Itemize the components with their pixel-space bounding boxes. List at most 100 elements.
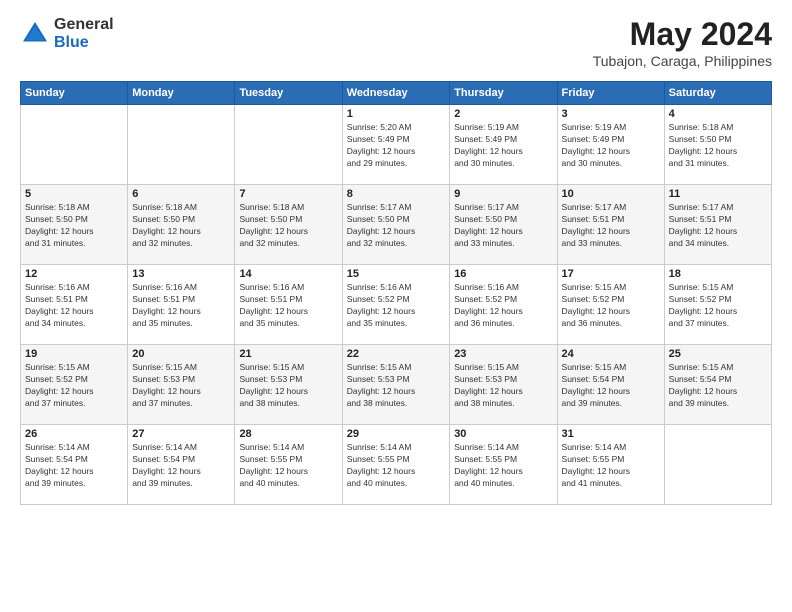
- calendar-cell: 6 Sunrise: 5:18 AM Sunset: 5:50 PM Daylig…: [128, 185, 235, 265]
- day-number: 10: [562, 188, 660, 200]
- day-info: Sunrise: 5:15 AM Sunset: 5:54 PM Dayligh…: [562, 362, 660, 410]
- calendar-header-wednesday: Wednesday: [342, 82, 449, 105]
- day-info: Sunrise: 5:14 AM Sunset: 5:54 PM Dayligh…: [25, 442, 123, 490]
- day-info: Sunrise: 5:15 AM Sunset: 5:54 PM Dayligh…: [669, 362, 767, 410]
- calendar-cell: 22Sunrise: 5:15 AM Sunset: 5:53 PM Dayli…: [342, 345, 449, 425]
- calendar-cell: 8 Sunrise: 5:17 AM Sunset: 5:50 PM Daylig…: [342, 185, 449, 265]
- calendar-cell: 7Sunrise: 5:18 AM Sunset: 5:50 PM Daylig…: [235, 185, 342, 265]
- calendar-cell: 11Sunrise: 5:17 AM Sunset: 5:51 PM Dayli…: [664, 185, 771, 265]
- day-number: 30: [454, 428, 552, 440]
- day-number: 13: [132, 268, 230, 280]
- calendar-cell: 30 Sunrise: 5:14 AM Sunset: 5:55 PM Dayli…: [450, 425, 557, 505]
- day-number: 17: [562, 268, 660, 280]
- calendar-cell: 14 Sunrise: 5:16 AM Sunset: 5:51 PM Dayli…: [235, 265, 342, 345]
- calendar-cell: 3 Sunrise: 5:19 AM Sunset: 5:49 PM Daylig…: [557, 105, 664, 185]
- day-info: Sunrise: 5:17 AM Sunset: 5:50 PM Dayligh…: [454, 202, 552, 250]
- main-title: May 2024: [593, 16, 772, 53]
- day-info: Sunrise: 5:17 AM Sunset: 5:51 PM Dayligh…: [562, 202, 660, 250]
- day-info: Sunrise: 5:18 AM Sunset: 5:50 PM Dayligh…: [25, 202, 123, 250]
- day-number: 19: [25, 348, 123, 360]
- day-info: Sunrise: 5:14 AM Sunset: 5:55 PM Dayligh…: [562, 442, 660, 490]
- calendar-cell: 18Sunrise: 5:15 AM Sunset: 5:52 PM Dayli…: [664, 265, 771, 345]
- calendar-cell: 29 Sunrise: 5:14 AM Sunset: 5:55 PM Dayli…: [342, 425, 449, 505]
- day-info: Sunrise: 5:19 AM Sunset: 5:49 PM Dayligh…: [454, 122, 552, 170]
- day-number: 6: [132, 188, 230, 200]
- calendar-header-row: SundayMondayTuesdayWednesdayThursdayFrid…: [21, 82, 772, 105]
- day-info: Sunrise: 5:15 AM Sunset: 5:53 PM Dayligh…: [239, 362, 337, 410]
- calendar-cell: 1Sunrise: 5:20 AM Sunset: 5:49 PM Daylig…: [342, 105, 449, 185]
- day-info: Sunrise: 5:14 AM Sunset: 5:55 PM Dayligh…: [347, 442, 445, 490]
- day-number: 27: [132, 428, 230, 440]
- calendar-cell: 26 Sunrise: 5:14 AM Sunset: 5:54 PM Dayli…: [21, 425, 128, 505]
- calendar-week-1: 5Sunrise: 5:18 AM Sunset: 5:50 PM Daylig…: [21, 185, 772, 265]
- day-info: Sunrise: 5:19 AM Sunset: 5:49 PM Dayligh…: [562, 122, 660, 170]
- day-number: 16: [454, 268, 552, 280]
- day-info: Sunrise: 5:16 AM Sunset: 5:51 PM Dayligh…: [239, 282, 337, 330]
- title-block: May 2024 Tubajon, Caraga, Philippines: [593, 16, 772, 69]
- day-info: Sunrise: 5:18 AM Sunset: 5:50 PM Dayligh…: [669, 122, 767, 170]
- calendar-cell: 17 Sunrise: 5:15 AM Sunset: 5:52 PM Dayli…: [557, 265, 664, 345]
- day-info: Sunrise: 5:14 AM Sunset: 5:55 PM Dayligh…: [239, 442, 337, 490]
- day-info: Sunrise: 5:16 AM Sunset: 5:52 PM Dayligh…: [347, 282, 445, 330]
- day-number: 28: [239, 428, 337, 440]
- day-number: 3: [562, 108, 660, 120]
- calendar-week-3: 19 Sunrise: 5:15 AM Sunset: 5:52 PM Dayli…: [21, 345, 772, 425]
- logo-text: General Blue: [54, 16, 114, 51]
- day-info: Sunrise: 5:15 AM Sunset: 5:52 PM Dayligh…: [562, 282, 660, 330]
- day-info: Sunrise: 5:18 AM Sunset: 5:50 PM Dayligh…: [132, 202, 230, 250]
- day-info: Sunrise: 5:17 AM Sunset: 5:51 PM Dayligh…: [669, 202, 767, 250]
- calendar-cell: 15 Sunrise: 5:16 AM Sunset: 5:52 PM Dayli…: [342, 265, 449, 345]
- day-info: Sunrise: 5:15 AM Sunset: 5:53 PM Dayligh…: [132, 362, 230, 410]
- day-number: 12: [25, 268, 123, 280]
- day-number: 8: [347, 188, 445, 200]
- calendar-cell: 16Sunrise: 5:16 AM Sunset: 5:52 PM Dayli…: [450, 265, 557, 345]
- day-info: Sunrise: 5:20 AM Sunset: 5:49 PM Dayligh…: [347, 122, 445, 170]
- calendar-header-tuesday: Tuesday: [235, 82, 342, 105]
- logo-icon: [20, 19, 50, 49]
- day-number: 23: [454, 348, 552, 360]
- day-number: 14: [239, 268, 337, 280]
- logo-blue-text: Blue: [54, 34, 114, 52]
- calendar-cell: [235, 105, 342, 185]
- calendar-cell: 9Sunrise: 5:17 AM Sunset: 5:50 PM Daylig…: [450, 185, 557, 265]
- calendar-cell: 21 Sunrise: 5:15 AM Sunset: 5:53 PM Dayli…: [235, 345, 342, 425]
- calendar-cell: 24Sunrise: 5:15 AM Sunset: 5:54 PM Dayli…: [557, 345, 664, 425]
- day-number: 18: [669, 268, 767, 280]
- day-number: 26: [25, 428, 123, 440]
- page: General Blue May 2024 Tubajon, Caraga, P…: [0, 0, 792, 612]
- calendar-header-sunday: Sunday: [21, 82, 128, 105]
- calendar-cell: 13 Sunrise: 5:16 AM Sunset: 5:51 PM Dayli…: [128, 265, 235, 345]
- calendar-cell: 27 Sunrise: 5:14 AM Sunset: 5:54 PM Dayli…: [128, 425, 235, 505]
- day-info: Sunrise: 5:16 AM Sunset: 5:51 PM Dayligh…: [25, 282, 123, 330]
- calendar-cell: 25 Sunrise: 5:15 AM Sunset: 5:54 PM Dayli…: [664, 345, 771, 425]
- day-number: 31: [562, 428, 660, 440]
- day-number: 15: [347, 268, 445, 280]
- calendar-header-friday: Friday: [557, 82, 664, 105]
- day-info: Sunrise: 5:17 AM Sunset: 5:50 PM Dayligh…: [347, 202, 445, 250]
- calendar-header-saturday: Saturday: [664, 82, 771, 105]
- calendar-cell: 4 Sunrise: 5:18 AM Sunset: 5:50 PM Daylig…: [664, 105, 771, 185]
- day-number: 21: [239, 348, 337, 360]
- day-info: Sunrise: 5:14 AM Sunset: 5:55 PM Dayligh…: [454, 442, 552, 490]
- day-number: 25: [669, 348, 767, 360]
- calendar-cell: [21, 105, 128, 185]
- day-info: Sunrise: 5:15 AM Sunset: 5:52 PM Dayligh…: [25, 362, 123, 410]
- day-number: 29: [347, 428, 445, 440]
- calendar-cell: 28 Sunrise: 5:14 AM Sunset: 5:55 PM Dayli…: [235, 425, 342, 505]
- day-info: Sunrise: 5:15 AM Sunset: 5:53 PM Dayligh…: [347, 362, 445, 410]
- day-number: 4: [669, 108, 767, 120]
- calendar: SundayMondayTuesdayWednesdayThursdayFrid…: [20, 81, 772, 505]
- calendar-header-monday: Monday: [128, 82, 235, 105]
- calendar-cell: 20Sunrise: 5:15 AM Sunset: 5:53 PM Dayli…: [128, 345, 235, 425]
- calendar-cell: 19 Sunrise: 5:15 AM Sunset: 5:52 PM Dayli…: [21, 345, 128, 425]
- calendar-cell: 12 Sunrise: 5:16 AM Sunset: 5:51 PM Dayli…: [21, 265, 128, 345]
- day-number: 2: [454, 108, 552, 120]
- day-info: Sunrise: 5:15 AM Sunset: 5:53 PM Dayligh…: [454, 362, 552, 410]
- logo-general: General: [54, 16, 114, 34]
- calendar-cell: 23 Sunrise: 5:15 AM Sunset: 5:53 PM Dayli…: [450, 345, 557, 425]
- calendar-week-4: 26 Sunrise: 5:14 AM Sunset: 5:54 PM Dayli…: [21, 425, 772, 505]
- day-info: Sunrise: 5:14 AM Sunset: 5:54 PM Dayligh…: [132, 442, 230, 490]
- calendar-week-0: 1Sunrise: 5:20 AM Sunset: 5:49 PM Daylig…: [21, 105, 772, 185]
- day-info: Sunrise: 5:16 AM Sunset: 5:51 PM Dayligh…: [132, 282, 230, 330]
- calendar-cell: [128, 105, 235, 185]
